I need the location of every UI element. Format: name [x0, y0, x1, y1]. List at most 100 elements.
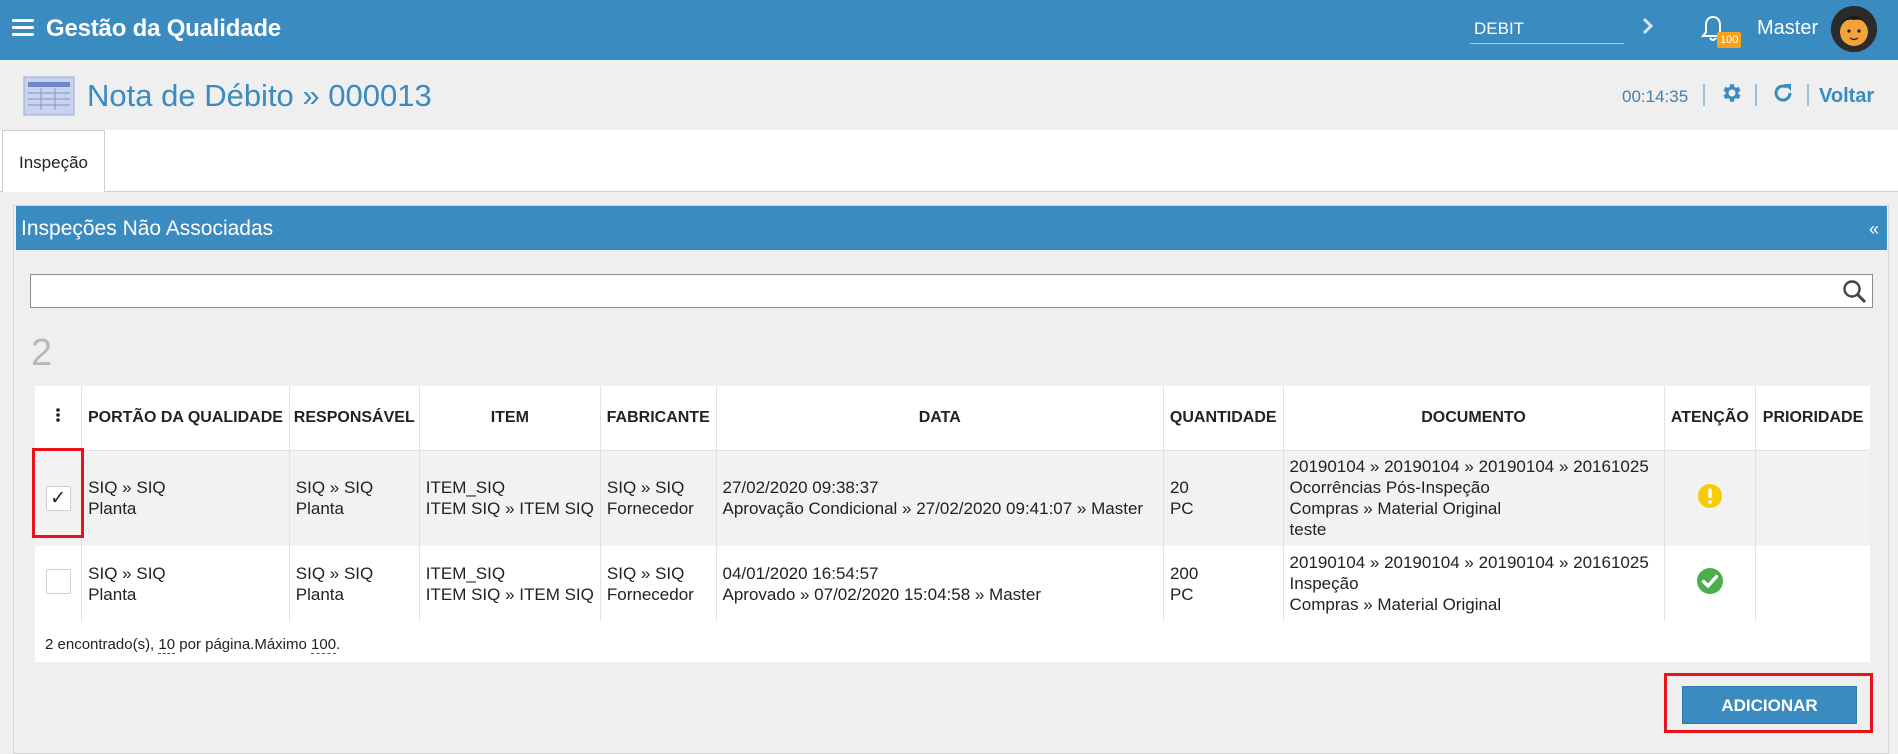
more-vertical-icon[interactable]: [55, 407, 61, 423]
cell-text: Compras » Material Original: [1289, 499, 1502, 519]
cell-responsavel: SIQ » SIQ Planta: [289, 450, 420, 546]
cell-text: Fornecedor: [606, 584, 694, 604]
hamburger-menu-icon[interactable]: [12, 19, 34, 37]
session-timer: 00:14:35: [1622, 87, 1689, 106]
cell-data: 04/01/2020 16:54:57 Aprovado » 07/02/2020…: [716, 546, 1164, 621]
search-input[interactable]: [31, 275, 1831, 307]
column-header[interactable]: DATA: [716, 386, 1164, 451]
cell-text: Compras » Material Original: [1289, 595, 1502, 614]
separator: [1755, 84, 1757, 106]
max-value[interactable]: 100: [311, 636, 337, 654]
chevron-right-icon[interactable]: [1640, 14, 1656, 38]
cell-documento: 20190104 » 20190104 » 20190104 » 2016102…: [1283, 450, 1665, 546]
tab-inspecao[interactable]: Inspeção: [2, 130, 105, 193]
cell-text: Planta: [88, 499, 137, 519]
footer-end: .: [336, 636, 341, 653]
back-link[interactable]: Voltar: [1819, 85, 1874, 108]
panel-title: Inspeções Não Associadas: [21, 217, 274, 240]
collapse-icon[interactable]: «: [1869, 219, 1879, 240]
app-title: Gestão da Qualidade: [46, 15, 281, 42]
cell-responsavel: SIQ » SIQ Planta: [289, 546, 420, 621]
table-row[interactable]: SIQ » SIQ Planta SIQ » SIQ Planta ITEM_SIQ…: [35, 546, 1870, 621]
cell-text: SIQ » SIQ: [606, 563, 685, 583]
cell-text: ITEM_SIQ: [425, 478, 506, 498]
column-header[interactable]: PORTÃO DA QUALIDADE: [81, 386, 290, 451]
table-document-icon: [23, 76, 75, 116]
found-count-text: 2 encontrado(s),: [45, 636, 155, 653]
table-header-row: PORTÃO DA QUALIDADE RESPONSÁVEL ITEM FAB…: [35, 386, 1870, 451]
column-header[interactable]: PRIORIDADE: [1755, 386, 1870, 451]
cell-fabricante: SIQ » SIQ Fornecedor: [600, 546, 717, 621]
cell-text: Aprovado » 07/02/2020 15:04:58 » Master: [722, 584, 1042, 604]
table-row[interactable]: ✓ SIQ » SIQ Planta SIQ » SIQ Planta ITEM_S…: [35, 450, 1870, 546]
column-options[interactable]: [35, 386, 83, 451]
cell-text: 200: [1169, 563, 1199, 583]
cell-text: Aprovação Condicional » 27/02/2020 09:41…: [722, 499, 1144, 519]
checkbox-highlight: [32, 448, 84, 538]
cell-text: 04/01/2020 16:54:57: [722, 563, 879, 583]
cell-prioridade: [1755, 546, 1870, 621]
per-page-text: por página.Máximo: [179, 636, 307, 653]
user-name[interactable]: Master: [1757, 17, 1818, 40]
column-header[interactable]: FABRICANTE: [600, 386, 717, 451]
cell-data: 27/02/2020 09:38:37 Aprovação Condicional…: [716, 450, 1164, 546]
column-header[interactable]: ITEM: [419, 386, 601, 451]
search-box: [30, 274, 1873, 308]
cell-text: Planta: [295, 584, 344, 604]
inspections-table: PORTÃO DA QUALIDADE RESPONSÁVEL ITEM FAB…: [35, 386, 1870, 662]
warning-icon: [1697, 483, 1722, 508]
cell-text: Planta: [295, 499, 344, 519]
cell-atencao: [1664, 546, 1757, 621]
page-title: Nota de Débito » 000013: [87, 78, 432, 113]
cell-text: SIQ » SIQ: [295, 563, 374, 583]
cell-text: 20190104 » 20190104 » 20190104 » 2016102…: [1289, 457, 1649, 477]
column-header[interactable]: QUANTIDADE: [1163, 386, 1284, 451]
cell-text: ITEM SIQ » ITEM SIQ: [425, 499, 594, 519]
refresh-icon[interactable]: [1771, 81, 1795, 105]
column-header[interactable]: ATENÇÃO: [1664, 386, 1757, 451]
cell-prioridade: [1755, 450, 1870, 546]
check-circle-icon: [1696, 568, 1723, 594]
row-select-cell: [35, 546, 83, 621]
cell-fabricante: SIQ » SIQ Fornecedor: [600, 450, 717, 546]
module-select[interactable]: DEBIT: [1470, 12, 1624, 44]
cell-text: Ocorrências Pós-Inspeção: [1289, 478, 1490, 498]
pagination-info: 2 encontrado(s), 10 por página.Máximo 10…: [45, 636, 341, 654]
cell-quantidade: 20 PC: [1163, 450, 1284, 546]
cell-documento: 20190104 » 20190104 » 20190104 » 2016102…: [1283, 546, 1665, 621]
top-bar: Gestão da Qualidade DEBIT 100 Master: [0, 0, 1898, 60]
panel-header: Inspeções Não Associadas «: [16, 206, 1887, 250]
cell-text: PC: [1169, 584, 1194, 604]
search-icon[interactable]: [1842, 279, 1868, 305]
row-checkbox[interactable]: [45, 568, 71, 594]
page-header: Nota de Débito » 000013 00:14:35 Voltar: [0, 60, 1898, 130]
cell-atencao: [1664, 450, 1757, 546]
cell-text: Planta: [88, 584, 137, 604]
cell-text: 20190104 » 20190104 » 20190104 » 2016102…: [1289, 553, 1649, 572]
cell-text: teste: [1289, 520, 1327, 540]
notification-badge: 100: [1717, 32, 1742, 48]
cell-text: Inspeção: [1289, 574, 1359, 593]
cell-text: 27/02/2020 09:38:37: [722, 478, 879, 498]
cell-portao: SIQ » SIQ Planta: [81, 450, 290, 546]
cell-text: Fornecedor: [606, 499, 694, 519]
cell-portao: SIQ » SIQ Planta: [81, 546, 290, 621]
tab-bar: Inspeção: [0, 130, 1898, 193]
avatar[interactable]: [1831, 6, 1877, 52]
cell-text: ITEM SIQ » ITEM SIQ: [425, 584, 594, 604]
result-count: 2: [31, 332, 53, 374]
column-header[interactable]: DOCUMENTO: [1283, 386, 1665, 451]
cell-item: ITEM_SIQ ITEM SIQ » ITEM SIQ: [419, 546, 601, 621]
separator: [1703, 84, 1705, 106]
cell-text: PC: [1169, 499, 1194, 519]
cell-text: SIQ » SIQ: [606, 478, 685, 498]
cell-quantidade: 200 PC: [1163, 546, 1284, 621]
cell-item: ITEM_SIQ ITEM SIQ » ITEM SIQ: [419, 450, 601, 546]
column-header[interactable]: RESPONSÁVEL: [289, 386, 420, 451]
add-button[interactable]: ADICIONAR: [1682, 686, 1857, 724]
per-page-value[interactable]: 10: [158, 636, 176, 654]
separator: [1807, 84, 1809, 106]
cell-text: SIQ » SIQ: [88, 563, 166, 583]
cell-text: ITEM_SIQ: [425, 563, 506, 583]
gear-icon[interactable]: [1719, 81, 1743, 105]
